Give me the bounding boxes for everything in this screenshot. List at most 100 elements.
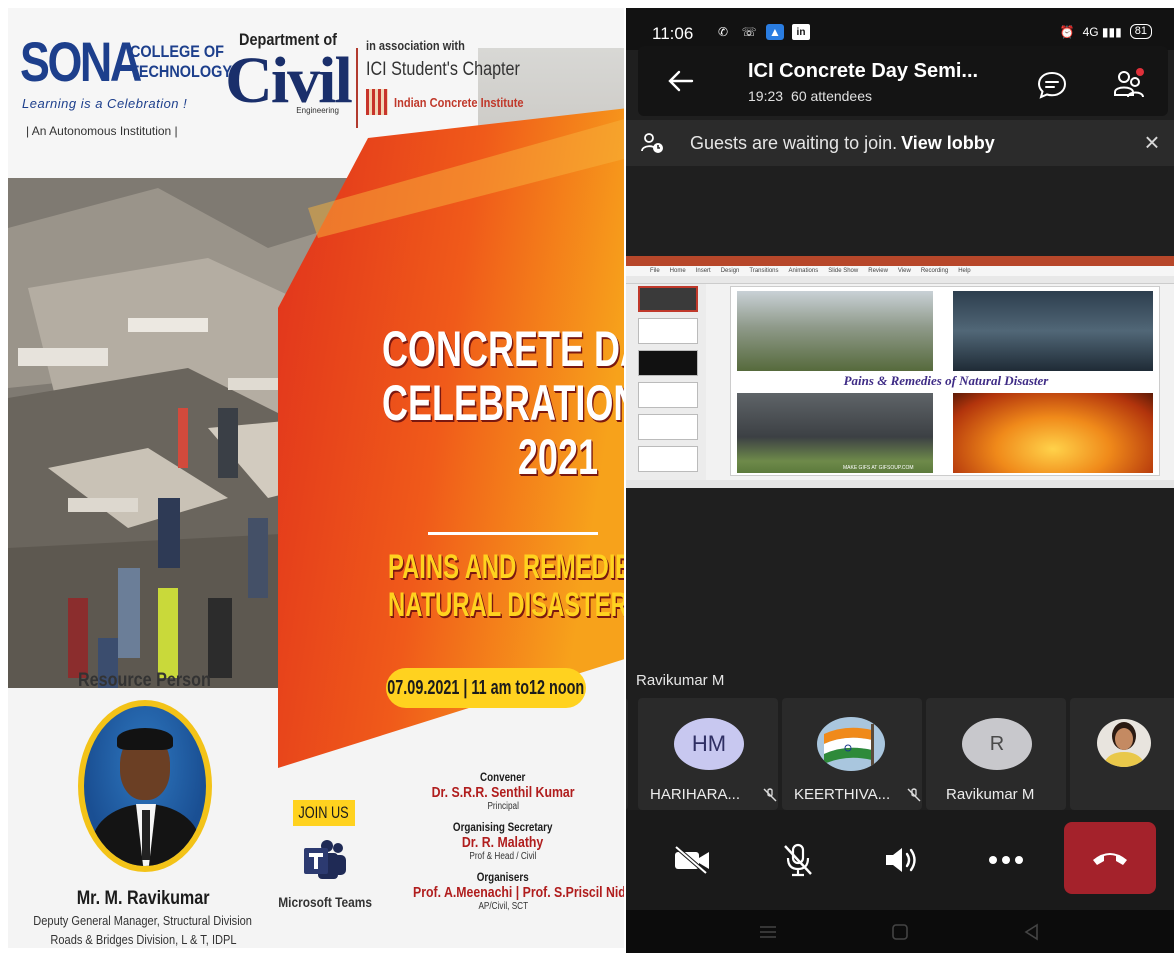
ppt-ribbon-tabs: File Home Insert Design Transitions Animation…	[626, 266, 1174, 276]
signal-icon: 4G ▮▮▮	[1082, 24, 1122, 39]
college-line-2: TECHNOLOGY	[130, 62, 232, 81]
org-role-2: Organising Secretary	[453, 820, 553, 834]
meeting-duration: 19:23	[748, 88, 784, 104]
org-name-2: Dr. R. Malathy	[462, 834, 544, 851]
org-sub-1: Principal	[487, 801, 519, 812]
microsoft-teams-icon	[304, 840, 346, 879]
ppt-ruler	[626, 276, 1174, 284]
org-sub-2: Prof & Head / Civil	[469, 851, 537, 862]
hang-up-icon	[1093, 853, 1127, 865]
theme-line-1: PAINS AND REMEDIES OF	[388, 548, 624, 586]
lobby-banner: Guests are waiting to join. View lobby ×	[626, 120, 1174, 166]
phone-icon: ☏	[741, 25, 757, 39]
college-name-sona: SONA	[20, 30, 142, 93]
app-notification-icon: ▲	[766, 24, 784, 40]
system-indicators: ⏰ 4G ▮▮▮ 81	[1060, 24, 1152, 39]
theme-line-2: NATURAL DISASTERS	[388, 586, 624, 624]
org-name-1: Dr. S.R.R. Senthil Kumar	[431, 784, 575, 801]
back-arrow-icon[interactable]	[666, 66, 696, 96]
mic-off-icon	[784, 843, 812, 877]
status-time: 11:06	[652, 24, 694, 43]
resource-person-name: Mr. M. Ravikumar	[76, 888, 210, 909]
headline-line-1: CONCRETE DAY	[382, 321, 624, 377]
slide-caption: Pains & Remedies of Natural Disaster	[843, 373, 1049, 388]
alarm-icon: ⏰	[1059, 24, 1075, 39]
resource-person-photo	[78, 700, 212, 872]
mic-toggle-button[interactable]	[776, 838, 820, 882]
meeting-meta: 19:23 60 attendees	[748, 88, 880, 104]
association-block: in association with ICI Student's Chapte…	[366, 38, 606, 115]
participant-name: HARIHARA...	[650, 786, 741, 803]
participant-tile[interactable]: HM HARIHARA...	[638, 698, 778, 810]
meeting-title: ICI Concrete Day Semi...	[748, 60, 979, 82]
more-options-button[interactable]	[984, 838, 1028, 882]
department-logo: Department of Civil Engineering	[223, 30, 353, 115]
waiting-person-icon	[641, 133, 663, 153]
landslide-photo	[737, 291, 933, 371]
event-poster: SONA COLLEGE OF TECHNOLOGY Learning is a…	[8, 8, 624, 948]
association-label: in association with	[366, 38, 465, 53]
speaker-icon	[886, 848, 916, 872]
lobby-message: Guests are waiting to join. View lobby	[690, 133, 995, 153]
speaker-button[interactable]	[880, 838, 924, 882]
home-icon[interactable]	[890, 922, 910, 942]
participant-tile[interactable]: KEERTHIVA...	[782, 698, 922, 810]
slide-thumb	[638, 350, 698, 376]
participant-tile[interactable]	[626, 698, 628, 810]
status-bar: 11:06 ✆ ☏ ▲ in ⏰ 4G ▮▮▮ 81	[626, 8, 1174, 50]
android-nav-bar	[626, 910, 1174, 953]
chat-icon[interactable]	[1036, 70, 1068, 100]
flag-avatar	[817, 717, 885, 771]
menu-icon[interactable]	[758, 922, 778, 942]
poster-footer: Resource Person Mr. M. Ravikumar Deputy …	[8, 658, 624, 948]
muted-mic-icon	[763, 788, 777, 802]
participant-name: Ravikumar M	[946, 786, 1035, 803]
battery-level: 81	[1129, 24, 1152, 39]
camera-toggle-button[interactable]	[670, 838, 714, 882]
join-us-badge: JOIN US	[293, 800, 355, 826]
slide-thumbnails	[626, 284, 706, 480]
attendee-count: 60 attendees	[791, 88, 873, 104]
slide-thumb	[638, 414, 698, 440]
profile-photo-avatar	[1097, 719, 1151, 767]
slide-thumb	[638, 382, 698, 408]
autonomous-label: | An Autonomous Institution |	[26, 124, 178, 138]
headline-line-2: CELEBRATIONS	[382, 375, 624, 431]
ppt-status-bar	[626, 480, 1174, 488]
ici-mark-icon	[366, 89, 388, 115]
participant-tile[interactable]: R Ravikumar M	[926, 698, 1066, 810]
ici-logo: Indian Concrete Institute	[366, 89, 606, 115]
ici-name: Indian Concrete Institute	[394, 94, 524, 110]
muted-mic-icon	[907, 788, 921, 802]
end-call-button[interactable]	[1064, 822, 1156, 894]
headline-divider	[428, 532, 598, 535]
teams-meeting-screen: 11:06 ✆ ☏ ▲ in ⏰ 4G ▮▮▮ 81 ICI Concrete …	[626, 8, 1174, 953]
linkedin-icon: in	[792, 24, 810, 40]
participants-notification-dot	[1136, 68, 1144, 76]
avatar: R	[962, 718, 1032, 770]
back-icon[interactable]	[1022, 922, 1042, 942]
slide-thumb	[638, 286, 698, 312]
college-line-1: COLLEGE OF	[130, 42, 224, 61]
participant-strip: HM HARIHARA... KEERTHIVA... R Ravikumar …	[626, 698, 1174, 810]
presenter-label: Ravikumar M	[636, 672, 725, 689]
close-icon[interactable]: ×	[1140, 129, 1164, 155]
meeting-header: ICI Concrete Day Semi... 19:23 60 attende…	[638, 46, 1168, 116]
org-role-1: Convener	[480, 770, 526, 784]
participant-tile[interactable]	[1070, 698, 1174, 810]
event-theme: PAINS AND REMEDIES OF NATURAL DISASTERS	[298, 548, 624, 624]
org-sub-3: AP/Civil, SCT	[478, 901, 528, 912]
event-headline: CONCRETE DAY CELEBRATIONS 2021	[298, 321, 624, 484]
slide-thumb	[638, 446, 698, 472]
resource-person-label: Resource Person	[78, 670, 211, 691]
call-controls	[626, 810, 1174, 910]
wildfire-photo	[953, 393, 1153, 473]
department-label: Department of	[239, 30, 337, 49]
notification-icons: ✆ ☏ ▲ in	[714, 24, 810, 40]
more-dots-icon	[989, 856, 1023, 864]
ppt-title-bar	[626, 256, 1174, 266]
view-lobby-link[interactable]: View lobby	[901, 133, 995, 153]
storm-bridge-photo	[953, 291, 1153, 371]
department-name: Civil	[225, 44, 353, 117]
screen-share-view: File Home Insert Design Transitions Animation…	[626, 256, 1174, 488]
